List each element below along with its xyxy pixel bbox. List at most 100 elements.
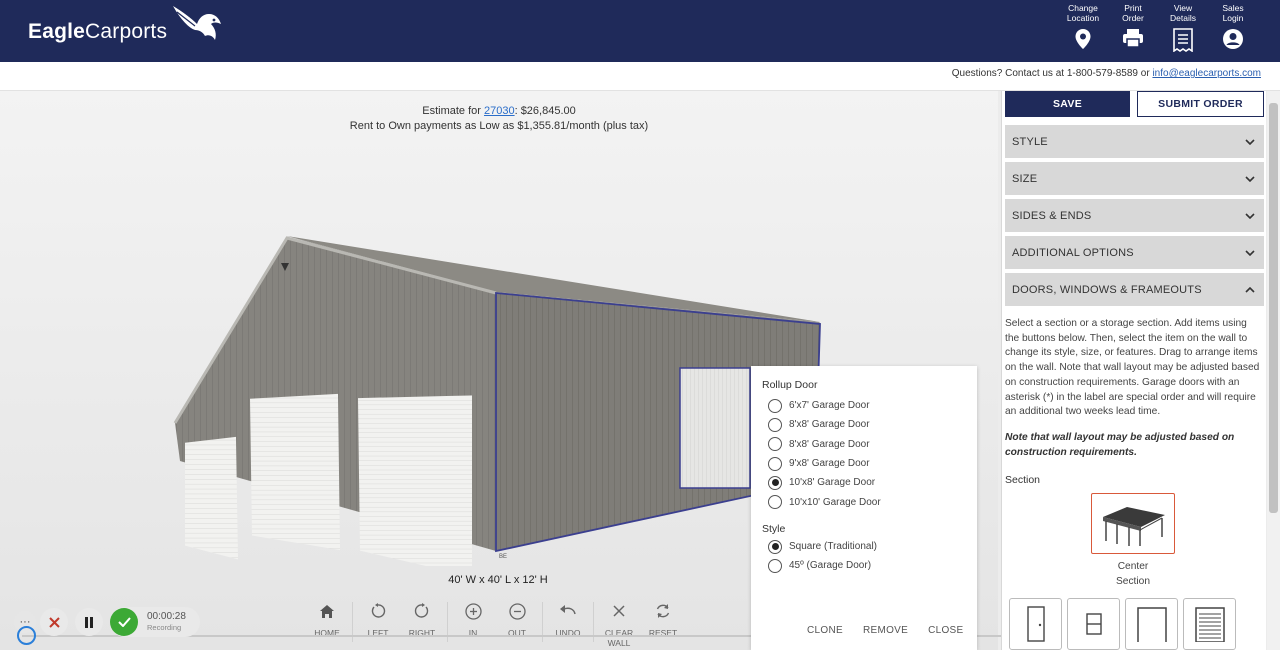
corner-tag: BE <box>499 554 507 560</box>
view-toolbar: HOME LEFT RIGHT IN OUT UNDO CLEAR WALL R… <box>305 602 685 648</box>
add-item-buttons <box>1009 598 1236 650</box>
printer-icon <box>1123 29 1143 48</box>
eagle-icon <box>173 6 222 40</box>
recorder-pause-button[interactable] <box>75 608 103 636</box>
recorder-cancel-button[interactable] <box>40 608 68 636</box>
scrollbar-thumb[interactable] <box>1269 103 1278 513</box>
front-door-left <box>185 436 238 560</box>
header-actions: Change Location Print Order View Details… <box>1064 3 1252 52</box>
building-dimensions: 40' W x 40' L x 12' H <box>448 574 548 586</box>
door-size-option[interactable]: 10'x8' Garage Door <box>768 473 881 492</box>
clear-wall-button[interactable]: CLEAR WALL <box>597 602 641 648</box>
carport-building-model[interactable]: BE <box>170 236 830 566</box>
print-order-label: Print Order <box>1122 3 1144 23</box>
zip-code-link[interactable]: 27030 <box>484 105 515 117</box>
add-rollup-door-button[interactable] <box>1183 598 1236 650</box>
chevron-down-icon <box>1245 249 1255 256</box>
rotate-left-icon <box>371 603 386 618</box>
clone-button[interactable]: CLONE <box>807 625 843 636</box>
add-walk-in-door-button[interactable] <box>1009 598 1062 650</box>
door-size-option[interactable]: 8'x8' Garage Door <box>768 415 881 434</box>
sales-login-button[interactable]: Sales Login <box>1214 3 1252 52</box>
remove-button[interactable]: REMOVE <box>863 625 908 636</box>
walk-in-door-icon <box>1026 606 1045 642</box>
sales-login-label: Sales Login <box>1222 3 1244 23</box>
accordion-additional-options[interactable]: ADDITIONAL OPTIONS <box>1005 236 1264 269</box>
door-size-option[interactable]: 10'x10' Garage Door <box>768 492 881 511</box>
rollup-door-size-options: 6'x7' Garage Door 8'x8' Garage Door 8'x8… <box>768 396 881 512</box>
radio-button[interactable] <box>768 417 782 432</box>
reset-button[interactable]: RESET <box>641 602 685 648</box>
chevron-up-icon <box>1245 286 1255 293</box>
radio-button[interactable] <box>768 456 782 471</box>
reset-icon <box>656 604 670 618</box>
radio-button-selected[interactable] <box>768 539 782 554</box>
radio-button[interactable] <box>768 495 782 510</box>
accordion-style[interactable]: STYLE <box>1005 125 1264 158</box>
close-button[interactable]: CLOSE <box>928 625 963 636</box>
frameout-icon <box>1136 607 1167 642</box>
radio-button[interactable] <box>768 558 782 573</box>
logo-text: EagleCarports <box>28 20 168 43</box>
print-order-button[interactable]: Print Order <box>1114 3 1152 52</box>
accordion-sides-ends[interactable]: SIDES & ENDS <box>1005 199 1264 232</box>
view-details-label: View Details <box>1170 3 1196 23</box>
undo-button[interactable]: UNDO <box>546 602 590 648</box>
chevron-down-icon <box>1245 212 1255 219</box>
contact-bar: Questions? Contact us at 1-800-579-8589 … <box>0 62 1280 91</box>
accordion-size[interactable]: SIZE <box>1005 162 1264 195</box>
home-button[interactable]: HOME <box>305 602 349 648</box>
rotate-left-button[interactable]: LEFT <box>356 602 400 648</box>
zoom-out-button[interactable]: OUT <box>495 602 539 648</box>
door-size-option[interactable]: 8'x8' Garage Door <box>768 435 881 454</box>
add-frameout-button[interactable] <box>1125 598 1178 650</box>
undo-icon <box>560 605 576 615</box>
doors-instructions: Select a section or a storage section. A… <box>1005 318 1260 418</box>
accordion-doors-windows-frameouts[interactable]: DOORS, WINDOWS & FRAMEOUTS <box>1005 273 1264 306</box>
home-icon <box>320 604 334 618</box>
change-location-button[interactable]: Change Location <box>1064 3 1102 52</box>
checkmark-icon <box>117 617 131 627</box>
eagle-carports-logo[interactable]: EagleCarports <box>28 6 225 50</box>
rollup-door-icon <box>1194 607 1225 642</box>
change-location-label: Change Location <box>1066 3 1100 23</box>
door-size-option[interactable]: 6'x7' Garage Door <box>768 396 881 415</box>
recorder-finish-button[interactable]: 00:00:28 Recording <box>110 607 200 637</box>
radio-button-selected[interactable] <box>768 475 782 490</box>
door-style-title: Style <box>762 523 786 535</box>
loading-spinner-icon <box>17 626 36 645</box>
rent-to-own-text: Rent to Own payments as Low as $1,355.81… <box>349 120 649 132</box>
front-door-center <box>250 393 340 551</box>
add-window-button[interactable] <box>1067 598 1120 650</box>
center-section-caption: Center Section <box>1116 561 1150 587</box>
center-section-card[interactable] <box>1091 493 1175 554</box>
clear-icon <box>613 605 625 617</box>
save-button[interactable]: SAVE <box>1005 91 1130 117</box>
zoom-in-button[interactable]: IN <box>451 602 495 648</box>
view-details-button[interactable]: View Details <box>1164 3 1202 52</box>
clear-wall-label: CLEAR WALL <box>604 628 634 648</box>
radio-button[interactable] <box>768 437 782 452</box>
carport-section-icon <box>1103 506 1165 546</box>
submit-order-button[interactable]: SUBMIT ORDER <box>1137 91 1264 117</box>
close-icon <box>48 616 60 628</box>
radio-button[interactable] <box>768 398 782 413</box>
chevron-down-icon <box>1245 175 1255 182</box>
pause-icon <box>85 616 93 628</box>
wall-layout-note: Note that wall layout may be adjusted ba… <box>1005 432 1235 458</box>
door-style-options: Square (Traditional) 45º (Garage Door) <box>768 537 877 576</box>
front-door-right <box>358 395 472 566</box>
zoom-out-icon <box>508 602 526 620</box>
contact-email-link[interactable]: info@eaglecarports.com <box>1152 68 1261 79</box>
chevron-down-icon <box>1245 138 1255 145</box>
section-label: Section <box>1005 474 1041 486</box>
window-icon <box>1085 613 1102 635</box>
recorder-timer: 00:00:28 Recording <box>147 611 186 632</box>
panel-scrollbar[interactable] <box>1267 91 1280 650</box>
door-popup-actions: CLONE REMOVE CLOSE <box>807 625 984 636</box>
door-size-option[interactable]: 9'x8' Garage Door <box>768 454 881 473</box>
rotate-right-button[interactable]: RIGHT <box>400 602 444 648</box>
door-style-option[interactable]: 45º (Garage Door) <box>768 556 877 575</box>
location-pin-icon <box>1075 29 1091 49</box>
door-style-option[interactable]: Square (Traditional) <box>768 537 877 556</box>
